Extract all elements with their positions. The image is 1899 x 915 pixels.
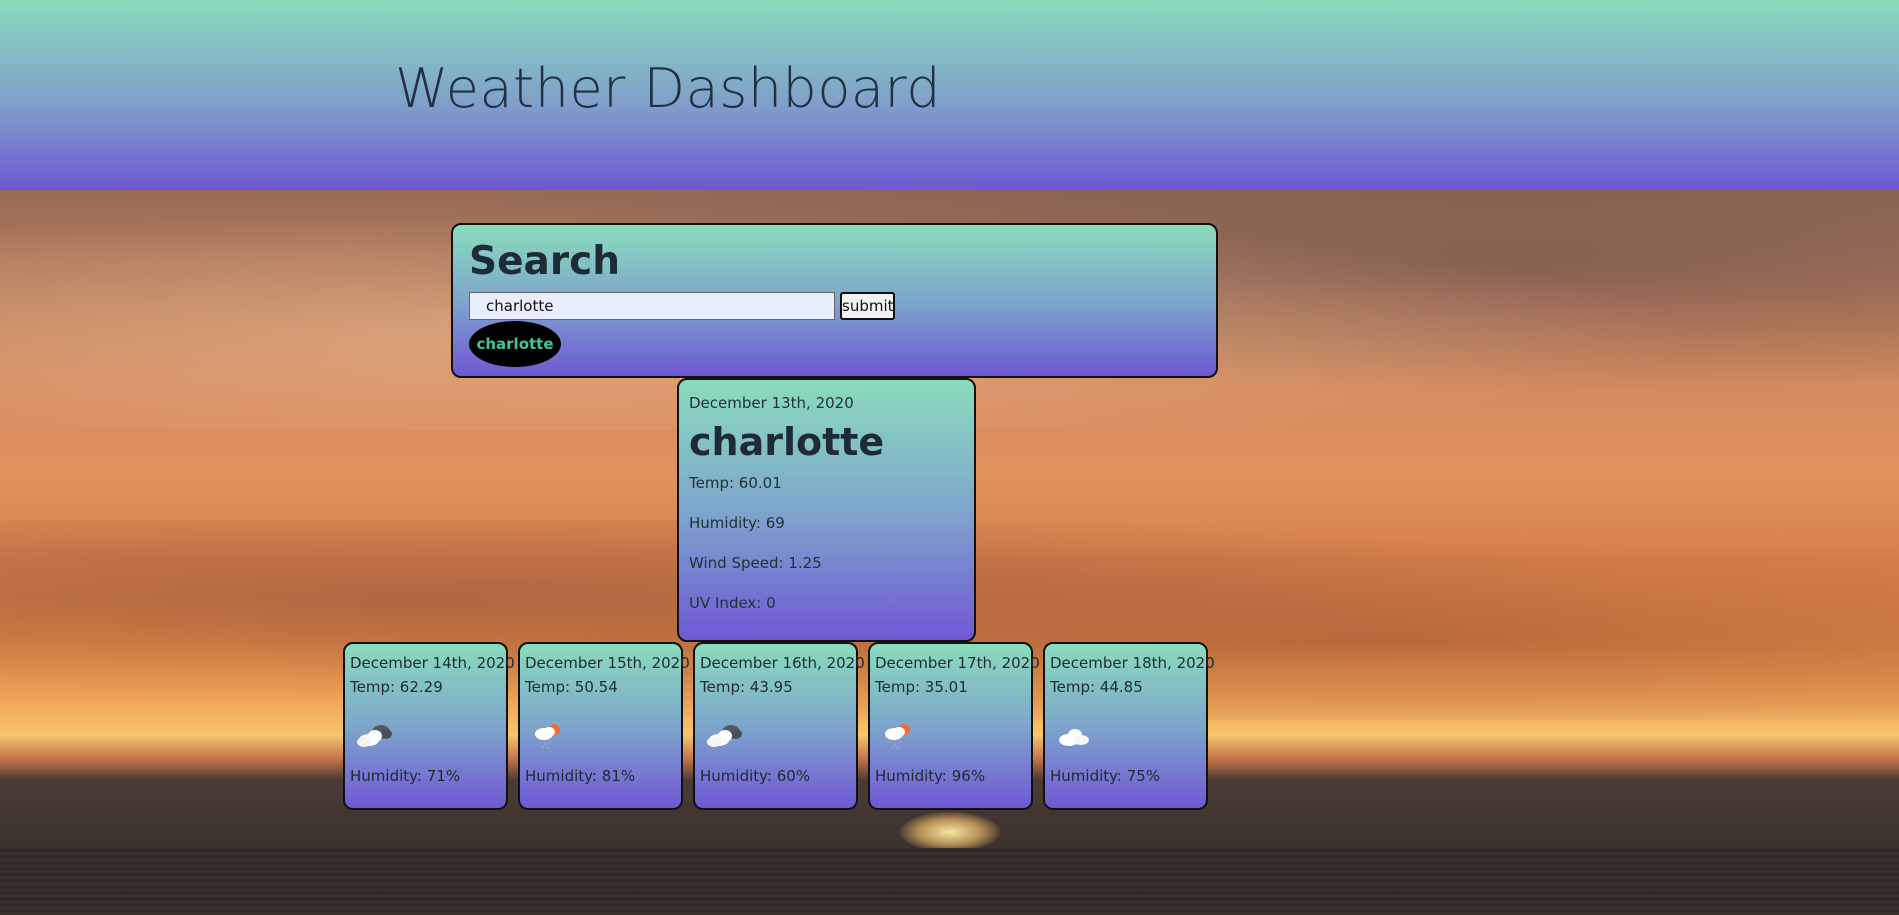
forecast-card: December 14th, 2020 Temp: 62.29 Humidity…: [343, 642, 515, 810]
current-weather-card: December 13th, 2020 charlotte Temp: 60.0…: [677, 378, 976, 642]
current-uv-index: UV Index: 0: [689, 594, 776, 612]
forecast-humidity: Humidity: 71%: [350, 767, 461, 785]
site-header: Weather Dashboard: [0, 0, 1899, 190]
forecast-temp: Temp: 44.85: [1050, 678, 1143, 696]
history-city-button[interactable]: charlotte: [469, 321, 561, 367]
forecast-card: December 18th, 2020 Temp: 44.85 Humidity…: [1043, 642, 1215, 810]
forecast-humidity: Humidity: 75%: [1050, 767, 1161, 785]
forecast-temp: Temp: 50.54: [525, 678, 618, 696]
forecast-date: December 14th, 2020: [350, 654, 515, 672]
search-heading: Search: [469, 239, 620, 284]
forecast-date: December 15th, 2020: [525, 654, 690, 672]
current-humidity: Humidity: 69: [689, 514, 785, 532]
page-title: Weather Dashboard: [395, 57, 941, 120]
rain-sun-icon: [885, 724, 910, 750]
rain-sun-icon: [535, 724, 560, 750]
current-city-name: charlotte: [689, 420, 885, 464]
background-sea: [0, 848, 1899, 915]
forecast-date: December 17th, 2020: [875, 654, 1040, 672]
search-input[interactable]: [469, 292, 835, 320]
submit-button[interactable]: submit: [840, 292, 895, 320]
forecast-temp: Temp: 43.95: [700, 678, 793, 696]
search-panel: Search submit charlotte: [451, 223, 1218, 378]
partly-cloudy-icon: [357, 725, 392, 747]
forecast-temp: Temp: 62.29: [350, 678, 443, 696]
forecast-humidity: Humidity: 96%: [875, 767, 986, 785]
forecast-humidity: Humidity: 81%: [525, 767, 636, 785]
forecast-date: December 16th, 2020: [700, 654, 865, 672]
forecast-date: December 18th, 2020: [1050, 654, 1215, 672]
forecast-card: December 16th, 2020 Temp: 43.95 Humidity…: [693, 642, 865, 810]
current-date: December 13th, 2020: [689, 394, 854, 412]
forecast-humidity: Humidity: 60%: [700, 767, 811, 785]
forecast-card: December 15th, 2020 Temp: 50.54 Humidity…: [518, 642, 690, 810]
current-wind-speed: Wind Speed: 1.25: [689, 554, 822, 572]
background-sun: [900, 812, 1000, 852]
forecast-temp: Temp: 35.01: [875, 678, 968, 696]
cloud-icon: [1059, 729, 1089, 746]
current-temp: Temp: 60.01: [689, 474, 782, 492]
partly-cloudy-icon: [707, 725, 742, 747]
forecast-card: December 17th, 2020 Temp: 35.01 Humidity…: [868, 642, 1040, 810]
